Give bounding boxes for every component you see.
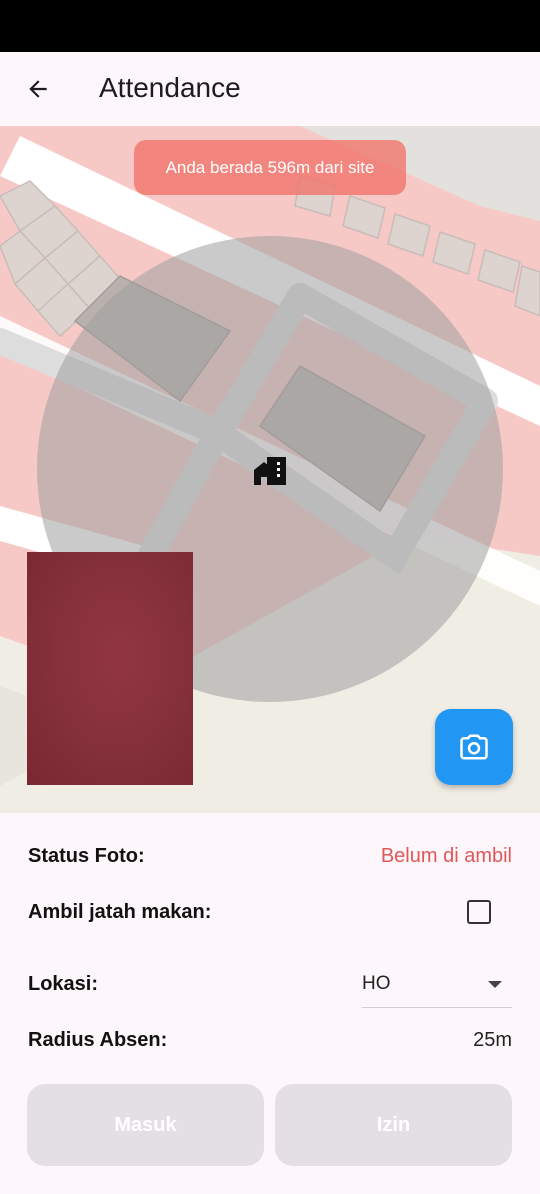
app-bar: Attendance (0, 52, 540, 126)
status-bar (0, 0, 540, 52)
lokasi-label: Lokasi: (28, 973, 99, 995)
arrow-back-icon (29, 80, 47, 98)
ambil-jatah-makan-label: Ambil jatah makan: (28, 901, 212, 923)
lokasi-dropdown[interactable]: HO (362, 963, 512, 1008)
status-foto-value: Belum di ambil (380, 845, 512, 867)
lokasi-selected-value: HO (362, 973, 391, 994)
izin-button[interactable]: Izin (275, 1084, 512, 1166)
masuk-button[interactable]: Masuk (27, 1084, 264, 1166)
photo-preview (27, 552, 193, 785)
status-foto-label: Status Foto: (28, 845, 145, 867)
home-work-icon (254, 457, 286, 485)
camera-icon (460, 734, 488, 760)
ambil-jatah-makan-checkbox[interactable] (467, 900, 491, 924)
map-view[interactable]: Anda berada 596m dari site (0, 126, 540, 813)
back-button[interactable] (14, 65, 62, 113)
page-title: Attendance (99, 72, 241, 103)
distance-toast: Anda berada 596m dari site (134, 140, 406, 195)
radius-absen-value: 25m (473, 1029, 512, 1051)
radius-absen-label: Radius Absen: (28, 1029, 168, 1051)
camera-button[interactable] (435, 709, 513, 785)
attendance-form: Status Foto: Belum di ambil Ambil jatah … (0, 813, 540, 1194)
dropdown-arrow-icon (488, 981, 502, 988)
